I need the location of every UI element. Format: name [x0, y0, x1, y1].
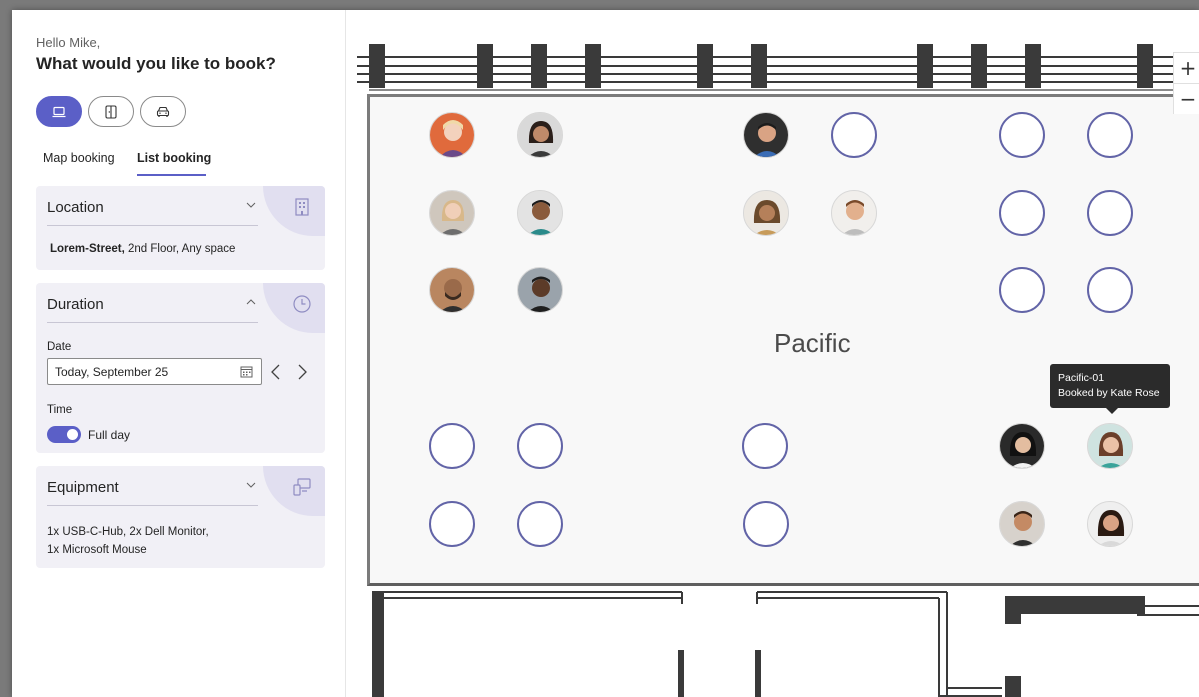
tooltip-booked-by: Booked by Kate Rose: [1058, 387, 1160, 399]
location-detail: 2nd Floor, Any space: [124, 243, 236, 255]
person-avatar: [518, 191, 562, 235]
full-day-toggle[interactable]: [47, 426, 81, 443]
person-avatar: [744, 191, 788, 235]
tab-map-booking[interactable]: Map booking: [43, 151, 115, 165]
seat-available[interactable]: [743, 501, 789, 547]
chevron-up-icon[interactable]: [244, 295, 258, 309]
duration-title: Duration: [47, 296, 104, 313]
seat-booked[interactable]: [999, 423, 1045, 469]
seat-booked[interactable]: [429, 112, 475, 158]
seat-available[interactable]: [999, 267, 1045, 313]
car-icon: [156, 106, 170, 117]
room-name-label: Pacific: [774, 328, 851, 358]
seat-available[interactable]: [999, 112, 1045, 158]
seat-booked[interactable]: [429, 190, 475, 236]
clock-icon: [293, 295, 311, 313]
date-value: Today, September 25: [55, 365, 169, 379]
chevron-down-icon[interactable]: [244, 478, 258, 492]
seat-available[interactable]: [429, 501, 475, 547]
equipment-card[interactable]: Equipment 1x USB-C-Hub, 2x Dell Monitor,…: [36, 466, 325, 568]
seat-tooltip: Pacific-01 Booked by Kate Rose: [1050, 364, 1170, 414]
laptop-icon: [52, 106, 66, 117]
seat-booked[interactable]: [1087, 501, 1133, 547]
chevron-down-icon[interactable]: [244, 198, 258, 212]
divider: [47, 225, 258, 226]
door-icon: [105, 104, 117, 119]
zoom-controls: + −: [1173, 52, 1199, 114]
full-day-label: Full day: [88, 428, 131, 442]
person-avatar: [1000, 502, 1044, 546]
building-icon: [295, 198, 309, 216]
floor-map[interactable]: Pacific Pacific-01 Booked by Kate Rose +…: [347, 10, 1199, 697]
tooltip-seat-name: Pacific-01: [1058, 372, 1105, 384]
equipment-title: Equipment: [47, 479, 119, 496]
seat-booked[interactable]: [517, 190, 563, 236]
date-label: Date: [47, 341, 72, 353]
equipment-value: 1x USB-C-Hub, 2x Dell Monitor, 1x Micros…: [47, 523, 209, 559]
time-label: Time: [47, 404, 73, 416]
person-avatar: [430, 191, 474, 235]
greeting-text: Hello Mike,: [36, 35, 101, 50]
person-avatar: [832, 191, 876, 235]
person-avatar: [1088, 424, 1132, 468]
seat-available[interactable]: [517, 423, 563, 469]
desk-type-button[interactable]: [36, 96, 82, 127]
location-card[interactable]: Location Lorem-Street, 2nd Floor, Any sp…: [36, 186, 325, 270]
active-tab-indicator: [137, 174, 206, 176]
seat-pacific-01[interactable]: [1087, 423, 1133, 469]
seat-available[interactable]: [1087, 112, 1133, 158]
person-avatar: [518, 268, 562, 312]
seat-available[interactable]: [831, 112, 877, 158]
person-avatar: [430, 113, 474, 157]
previous-day-icon[interactable]: [269, 363, 283, 381]
seat-booked[interactable]: [743, 112, 789, 158]
person-avatar: [430, 268, 474, 312]
seat-booked[interactable]: [743, 190, 789, 236]
seat-available[interactable]: [1087, 267, 1133, 313]
zoom-in-button[interactable]: +: [1174, 53, 1199, 83]
booking-question: What would you like to book?: [36, 54, 276, 73]
booking-sidebar: Hello Mike, What would you like to book?…: [12, 10, 346, 697]
seat-available[interactable]: [517, 501, 563, 547]
tab-list-booking[interactable]: List booking: [137, 151, 211, 165]
person-avatar: [744, 113, 788, 157]
devices-icon: [293, 478, 311, 496]
seat-booked[interactable]: [999, 501, 1045, 547]
seat-available[interactable]: [742, 423, 788, 469]
person-avatar: [1088, 502, 1132, 546]
zoom-out-button[interactable]: −: [1174, 84, 1199, 114]
divider: [47, 322, 258, 323]
divider: [47, 505, 258, 506]
duration-card: Duration Date Today, September 25 Time F…: [36, 283, 325, 453]
location-value: Lorem-Street, 2nd Floor, Any space: [50, 240, 235, 258]
location-title: Location: [47, 199, 104, 216]
person-avatar: [1000, 424, 1044, 468]
seat-available[interactable]: [999, 190, 1045, 236]
calendar-icon[interactable]: [240, 365, 253, 378]
person-avatar: [518, 113, 562, 157]
seat-available[interactable]: [429, 423, 475, 469]
seat-booked[interactable]: [517, 112, 563, 158]
app-window: Hello Mike, What would you like to book?…: [12, 10, 1199, 697]
seat-booked[interactable]: [831, 190, 877, 236]
parking-type-button[interactable]: [140, 96, 186, 127]
seat-available[interactable]: [1087, 190, 1133, 236]
seat-booked[interactable]: [517, 267, 563, 313]
next-day-icon[interactable]: [295, 363, 309, 381]
seat-booked[interactable]: [429, 267, 475, 313]
location-street: Lorem-Street,: [50, 243, 125, 255]
room-type-button[interactable]: [88, 96, 134, 127]
equipment-line-2: 1x Microsoft Mouse: [47, 544, 147, 556]
equipment-line-1: 1x USB-C-Hub, 2x Dell Monitor,: [47, 526, 209, 538]
date-field[interactable]: Today, September 25: [47, 358, 262, 385]
